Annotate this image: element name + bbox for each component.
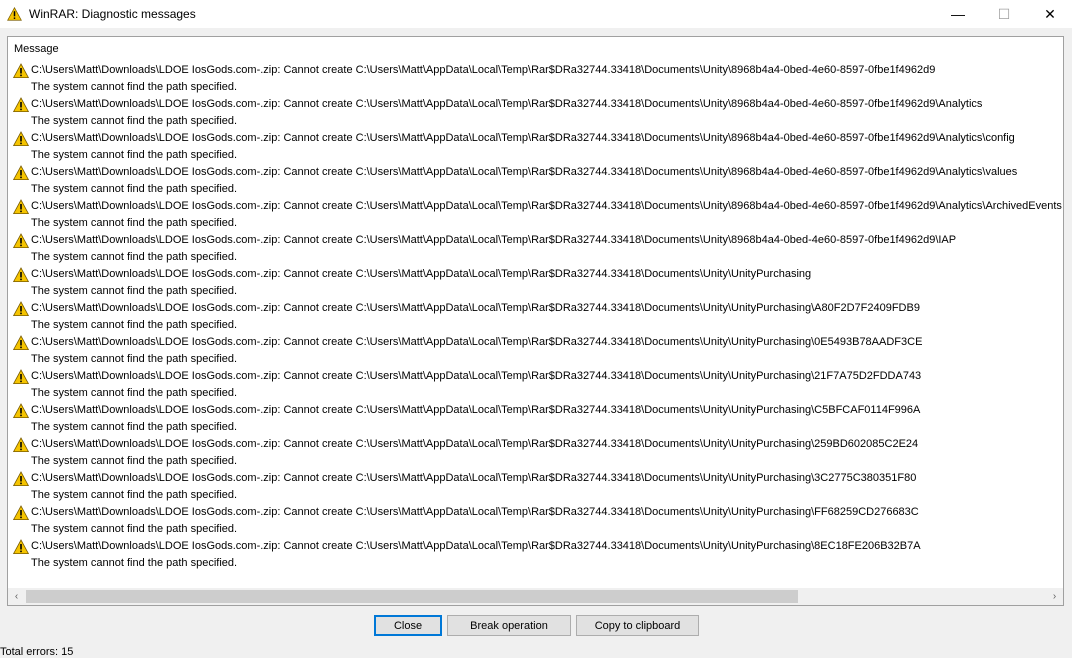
minimize-button[interactable]: — [935,0,981,28]
warning-icon [12,505,30,521]
title-bar: WinRAR: Diagnostic messages — ☐ ✕ [0,0,1072,28]
message-detail: The system cannot find the path specifie… [31,149,238,161]
message-detail: The system cannot find the path specifie… [31,251,238,263]
message-text: C:\Users\Matt\Downloads\LDOE IosGods.com… [31,438,919,450]
message-detail: The system cannot find the path specifie… [31,421,238,433]
message-detail: The system cannot find the path specifie… [31,353,238,365]
warning-icon [12,471,30,487]
copy-to-clipboard-button[interactable]: Copy to clipboard [576,615,699,636]
break-operation-button[interactable]: Break operation [447,615,571,636]
warning-icon [12,233,30,249]
status-text: Total errors: 15 [0,646,74,658]
message-detail: The system cannot find the path specifie… [31,455,238,467]
warning-icon [12,335,30,351]
message-text: C:\Users\Matt\Downloads\LDOE IosGods.com… [31,200,1062,212]
horizontal-scrollbar[interactable]: ‹ › [8,588,1063,605]
message-text: C:\Users\Matt\Downloads\LDOE IosGods.com… [31,540,921,552]
maximize-button[interactable]: ☐ [981,0,1027,28]
warning-icon [12,267,30,283]
message-detail: The system cannot find the path specifie… [31,217,238,229]
message-detail: The system cannot find the path specifie… [31,319,238,331]
message-text: C:\Users\Matt\Downloads\LDOE IosGods.com… [31,64,936,76]
scroll-left-arrow[interactable]: ‹ [8,588,25,605]
warning-icon [12,301,30,317]
message-text: C:\Users\Matt\Downloads\LDOE IosGods.com… [31,472,917,484]
message-text: C:\Users\Matt\Downloads\LDOE IosGods.com… [31,268,812,280]
message-text: C:\Users\Matt\Downloads\LDOE IosGods.com… [31,98,983,110]
message-text: C:\Users\Matt\Downloads\LDOE IosGods.com… [31,336,923,348]
warning-icon [12,199,30,215]
warning-icon [7,7,22,21]
message-list[interactable]: Message C:\Users\Matt\Downloads\LDOE Ios… [7,36,1064,606]
message-detail: The system cannot find the path specifie… [31,285,238,297]
close-button[interactable]: Close [374,615,442,636]
message-detail: The system cannot find the path specifie… [31,183,238,195]
warning-icon [12,403,30,419]
message-detail: The system cannot find the path specifie… [31,115,238,127]
warning-icon [12,369,30,385]
message-text: C:\Users\Matt\Downloads\LDOE IosGods.com… [31,370,922,382]
message-text: C:\Users\Matt\Downloads\LDOE IosGods.com… [31,234,957,246]
column-header-message[interactable]: Message [14,43,59,55]
message-text: C:\Users\Matt\Downloads\LDOE IosGods.com… [31,166,1018,178]
message-text: C:\Users\Matt\Downloads\LDOE IosGods.com… [31,132,1015,144]
warning-icon [12,63,30,79]
message-text: C:\Users\Matt\Downloads\LDOE IosGods.com… [31,506,919,518]
scroll-thumb[interactable] [26,590,798,603]
message-detail: The system cannot find the path specifie… [31,489,238,501]
warning-icon [12,97,30,113]
warning-icon [12,437,30,453]
message-detail: The system cannot find the path specifie… [31,557,238,569]
message-detail: The system cannot find the path specifie… [31,387,238,399]
warning-icon [12,131,30,147]
message-text: C:\Users\Matt\Downloads\LDOE IosGods.com… [31,302,920,314]
message-detail: The system cannot find the path specifie… [31,81,238,93]
scroll-right-arrow[interactable]: › [1046,588,1063,605]
close-window-button[interactable]: ✕ [1027,0,1072,28]
window-title: WinRAR: Diagnostic messages [29,7,196,21]
message-text: C:\Users\Matt\Downloads\LDOE IosGods.com… [31,404,921,416]
warning-icon [12,165,30,181]
warning-icon [12,539,30,555]
message-detail: The system cannot find the path specifie… [31,523,238,535]
